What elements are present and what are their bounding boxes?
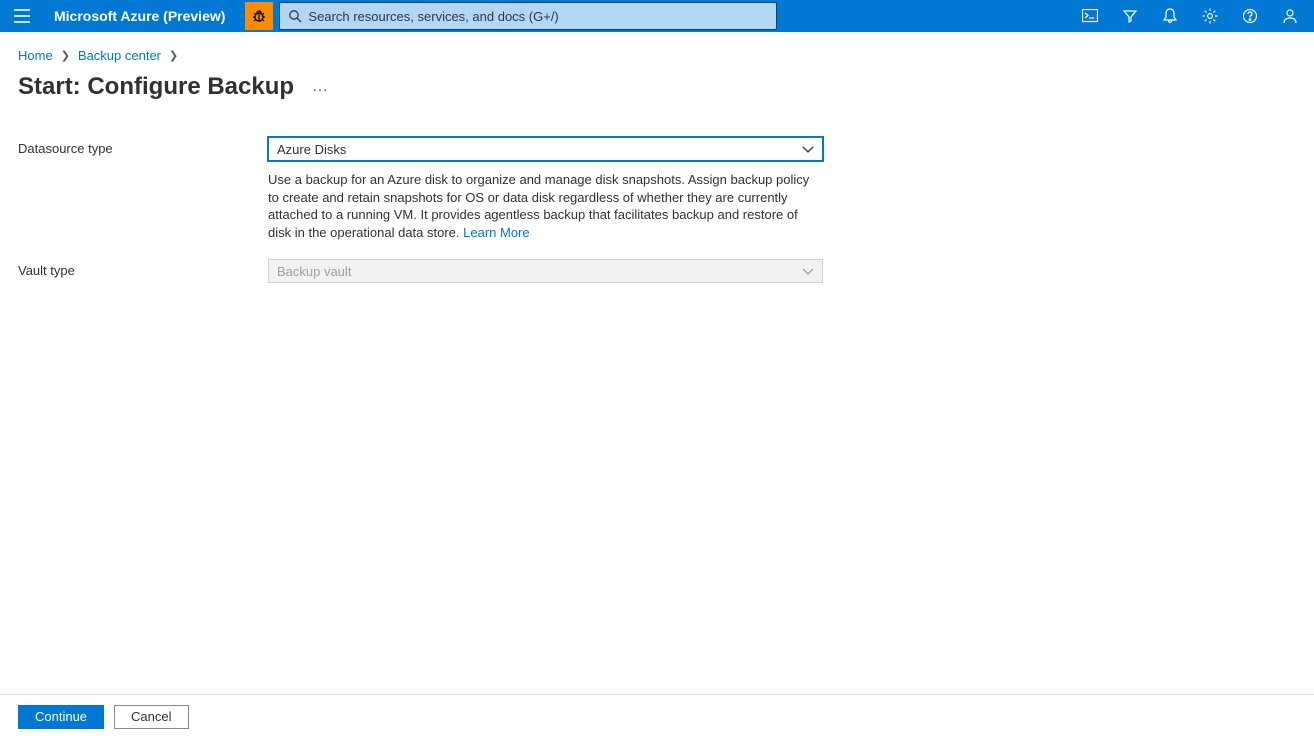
more-actions-button[interactable]: …: [312, 78, 329, 96]
vault-select: Backup vault: [268, 259, 823, 283]
help-icon: [1242, 8, 1258, 24]
continue-button[interactable]: Continue: [18, 705, 104, 729]
top-header: Microsoft Azure (Preview): [0, 0, 1314, 32]
breadcrumb: Home ❯ Backup center ❯: [18, 48, 1296, 63]
global-search[interactable]: [279, 2, 776, 30]
report-bug-button[interactable]: [245, 2, 273, 30]
filter-icon: [1122, 8, 1138, 24]
search-input[interactable]: [308, 9, 767, 24]
hamburger-icon: [14, 9, 30, 23]
settings-button[interactable]: [1190, 0, 1230, 32]
page-title: Start: Configure Backup: [18, 73, 294, 101]
brand-label[interactable]: Microsoft Azure (Preview): [44, 8, 245, 24]
menu-toggle[interactable]: [0, 0, 44, 32]
help-button[interactable]: [1230, 0, 1270, 32]
datasource-value: Azure Disks: [277, 142, 346, 157]
notifications-button[interactable]: [1150, 0, 1190, 32]
cloud-shell-icon: [1082, 9, 1098, 23]
cloud-shell-button[interactable]: [1070, 0, 1110, 32]
account-button[interactable]: [1270, 0, 1310, 32]
datasource-select[interactable]: Azure Disks: [268, 137, 823, 161]
page-footer: Continue Cancel: [0, 694, 1314, 738]
cancel-button[interactable]: Cancel: [114, 705, 188, 729]
chevron-right-icon: ❯: [61, 49, 70, 62]
datasource-help: Use a backup for an Azure disk to organi…: [268, 171, 823, 241]
chevron-down-icon: [802, 142, 814, 157]
chevron-right-icon: ❯: [169, 49, 178, 62]
vault-row: Vault type Backup vault: [18, 259, 1296, 283]
page-header: Start: Configure Backup …: [18, 73, 1296, 101]
bell-icon: [1163, 8, 1177, 24]
datasource-label: Datasource type: [18, 137, 268, 156]
bug-icon: [251, 8, 267, 24]
breadcrumb-home[interactable]: Home: [18, 48, 53, 63]
page-content: Home ❯ Backup center ❯ Start: Configure …: [0, 32, 1314, 698]
breadcrumb-backup-center[interactable]: Backup center: [78, 48, 161, 63]
chevron-down-icon: [802, 264, 814, 279]
account-icon: [1282, 8, 1298, 24]
vault-label: Vault type: [18, 259, 268, 278]
directory-filter-button[interactable]: [1110, 0, 1150, 32]
header-actions: [1070, 0, 1314, 32]
learn-more-link[interactable]: Learn More: [463, 225, 529, 240]
vault-value: Backup vault: [277, 264, 351, 279]
datasource-row: Datasource type Azure Disks Use a backup…: [18, 137, 1296, 241]
search-icon: [288, 9, 302, 23]
gear-icon: [1202, 8, 1218, 24]
